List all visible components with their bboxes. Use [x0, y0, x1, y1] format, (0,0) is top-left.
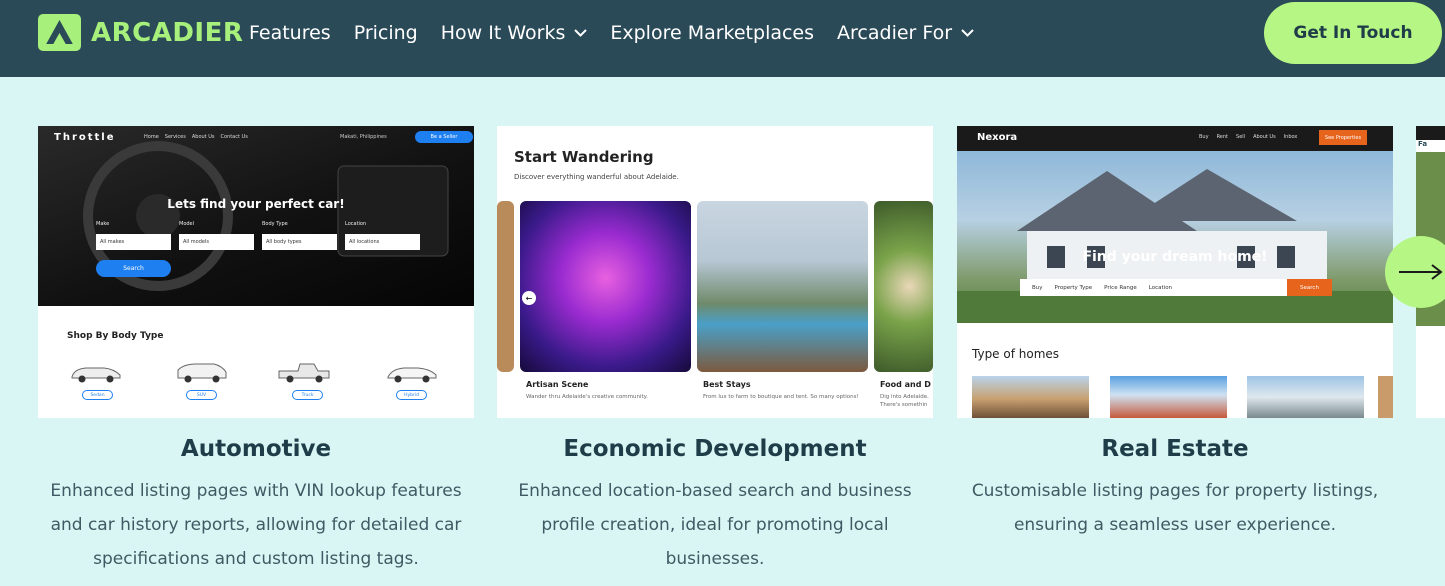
economic-development-screenshot: Start Wandering Discover everything wand…: [497, 126, 933, 418]
nexora-nav-item: Buy: [1199, 134, 1209, 140]
card-description: Customisable listing pages for property …: [971, 481, 1379, 535]
field-label: Location: [345, 221, 367, 227]
throttle-location: Makati, Philippines: [340, 134, 387, 140]
nexora-topbar: Nexora Buy Rent Sell About Us Inbox See …: [957, 126, 1393, 151]
house-image: [957, 169, 1393, 323]
property-search-bar: Buy Property Type Price Range Location S…: [1020, 279, 1332, 296]
house-hero-image: Find your dream home! Buy Property Type …: [957, 151, 1393, 323]
partial-image: [497, 201, 514, 372]
field-box: All body types: [262, 234, 337, 250]
nav-label: Arcadier For: [837, 22, 953, 44]
item-title: Food and D: [880, 380, 931, 389]
start-wandering-heading: Start Wandering: [514, 148, 654, 166]
field-box: All makes: [96, 234, 171, 250]
start-wandering-subheading: Discover everything wanderful about Adel…: [514, 173, 679, 181]
chevron-down-icon: [961, 29, 974, 37]
nexora-nav-item: Sell: [1236, 134, 1246, 140]
item-sub: Dig into Adelaide. There's somethin: [880, 394, 929, 408]
carousel-prev-icon: ←: [522, 291, 536, 305]
filter-label: Property Type: [1054, 284, 1093, 291]
get-in-touch-button[interactable]: Get In Touch: [1264, 2, 1442, 64]
filter-label: Price Range: [1104, 284, 1137, 291]
hybrid-car-icon: [387, 367, 437, 383]
nav-label: Explore Marketplaces: [610, 22, 815, 44]
throttle-headline: Lets find your perfect car!: [167, 197, 345, 211]
card-description: Enhanced listing pages with VIN lookup f…: [50, 481, 462, 569]
be-a-seller-button: Be a Seller: [415, 131, 473, 143]
nexora-search-button: Search: [1287, 279, 1332, 296]
throttle-nav-item: Contact Us: [220, 134, 248, 140]
main-nav: Features Pricing How It Works Explore Ma…: [249, 0, 997, 66]
truck-car-icon: [278, 363, 330, 383]
throttle-brand: Throttle: [54, 132, 116, 143]
steering-wheel-image: [83, 141, 449, 291]
suv-car-icon: [177, 363, 227, 383]
body-type-pill: Truck: [292, 390, 323, 400]
automotive-screenshot: Throttle Home Services About Us Contact …: [38, 126, 474, 418]
throttle-nav: Home Services About Us Contact Us: [144, 134, 248, 140]
nexora-nav-item: Rent: [1216, 134, 1229, 140]
field-box: All models: [179, 234, 254, 250]
item-title: Best Stays: [703, 380, 751, 389]
throttle-search-button: Search: [96, 260, 171, 277]
filter-label: Buy: [1032, 284, 1043, 291]
real-estate-screenshot: Nexora Buy Rent Sell About Us Inbox See …: [957, 126, 1393, 418]
nav-features[interactable]: Features: [249, 22, 331, 44]
item-sub: Wander thru Adelaide's creative communit…: [526, 394, 648, 400]
nexora-nav-item: About Us: [1253, 134, 1276, 140]
nav-label: How It Works: [440, 22, 566, 44]
logo-text: ARCADIER: [91, 17, 244, 48]
card-title: Real Estate: [1101, 436, 1249, 462]
field-label: Body Type: [262, 221, 288, 227]
nav-how-it-works[interactable]: How It Works: [441, 22, 588, 44]
type-of-homes-heading: Type of homes: [972, 347, 1060, 361]
carousel-next-button[interactable]: [1385, 236, 1445, 308]
food-image: [874, 201, 933, 372]
nexora-brand: Nexora: [977, 132, 1018, 143]
nexora-headline: Find your dream home!: [1082, 249, 1268, 265]
logo[interactable]: ARCADIER: [38, 14, 243, 51]
card-title: Automotive: [180, 436, 332, 462]
artisan-scene-image: [520, 201, 691, 372]
nav-arcadier-for[interactable]: Arcadier For: [837, 22, 974, 44]
home-type-image: [972, 376, 1089, 418]
item-title: Artisan Scene: [526, 380, 589, 389]
body-type-pill: Hybrid: [396, 390, 427, 400]
peek-card-label: Fa: [1418, 140, 1428, 148]
best-stays-image: [697, 201, 868, 372]
body-type-pill: SUV: [186, 390, 217, 400]
field-label: Make: [96, 221, 110, 227]
body-type-pill: Sedan: [82, 390, 113, 400]
item-sub: From lux to farm to boutique and tent. S…: [703, 394, 859, 400]
home-type-image: [1247, 376, 1364, 418]
car-interior-hero-image: Throttle Home Services About Us Contact …: [38, 126, 474, 306]
sedan-car-icon: [71, 367, 121, 383]
card-automotive[interactable]: Throttle Home Services About Us Contact …: [38, 126, 474, 576]
field-label: Model: [179, 221, 195, 227]
see-properties-button: See Properties: [1319, 130, 1367, 145]
arcadier-logo-icon: [38, 14, 81, 51]
throttle-nav-item: About Us: [191, 134, 215, 140]
site-header: ARCADIER Features Pricing How It Works E…: [0, 0, 1445, 77]
chevron-down-icon: [574, 29, 588, 37]
nexora-nav: Buy Rent Sell About Us Inbox: [1199, 134, 1297, 140]
home-type-image: [1110, 376, 1227, 418]
throttle-nav-item: Services: [164, 134, 186, 140]
card-description: Enhanced location-based search and busin…: [518, 481, 912, 569]
filter-label: Location: [1148, 284, 1173, 291]
nav-label: Pricing: [353, 22, 418, 44]
arrow-right-icon: [1399, 264, 1443, 280]
nav-label: Features: [249, 22, 331, 44]
card-real-estate[interactable]: Nexora Buy Rent Sell About Us Inbox See …: [957, 126, 1393, 542]
throttle-nav-item: Home: [144, 134, 159, 140]
card-economic-development[interactable]: Start Wandering Discover everything wand…: [497, 126, 933, 576]
field-box: All locations: [345, 234, 420, 250]
card-title: Economic Development: [563, 436, 867, 462]
nav-pricing[interactable]: Pricing: [354, 22, 418, 44]
nav-explore-marketplaces[interactable]: Explore Marketplaces: [610, 22, 814, 44]
nexora-nav-item: Inbox: [1283, 134, 1298, 140]
home-type-image: [1378, 376, 1393, 418]
shop-by-body-type-heading: Shop By Body Type: [67, 331, 164, 341]
